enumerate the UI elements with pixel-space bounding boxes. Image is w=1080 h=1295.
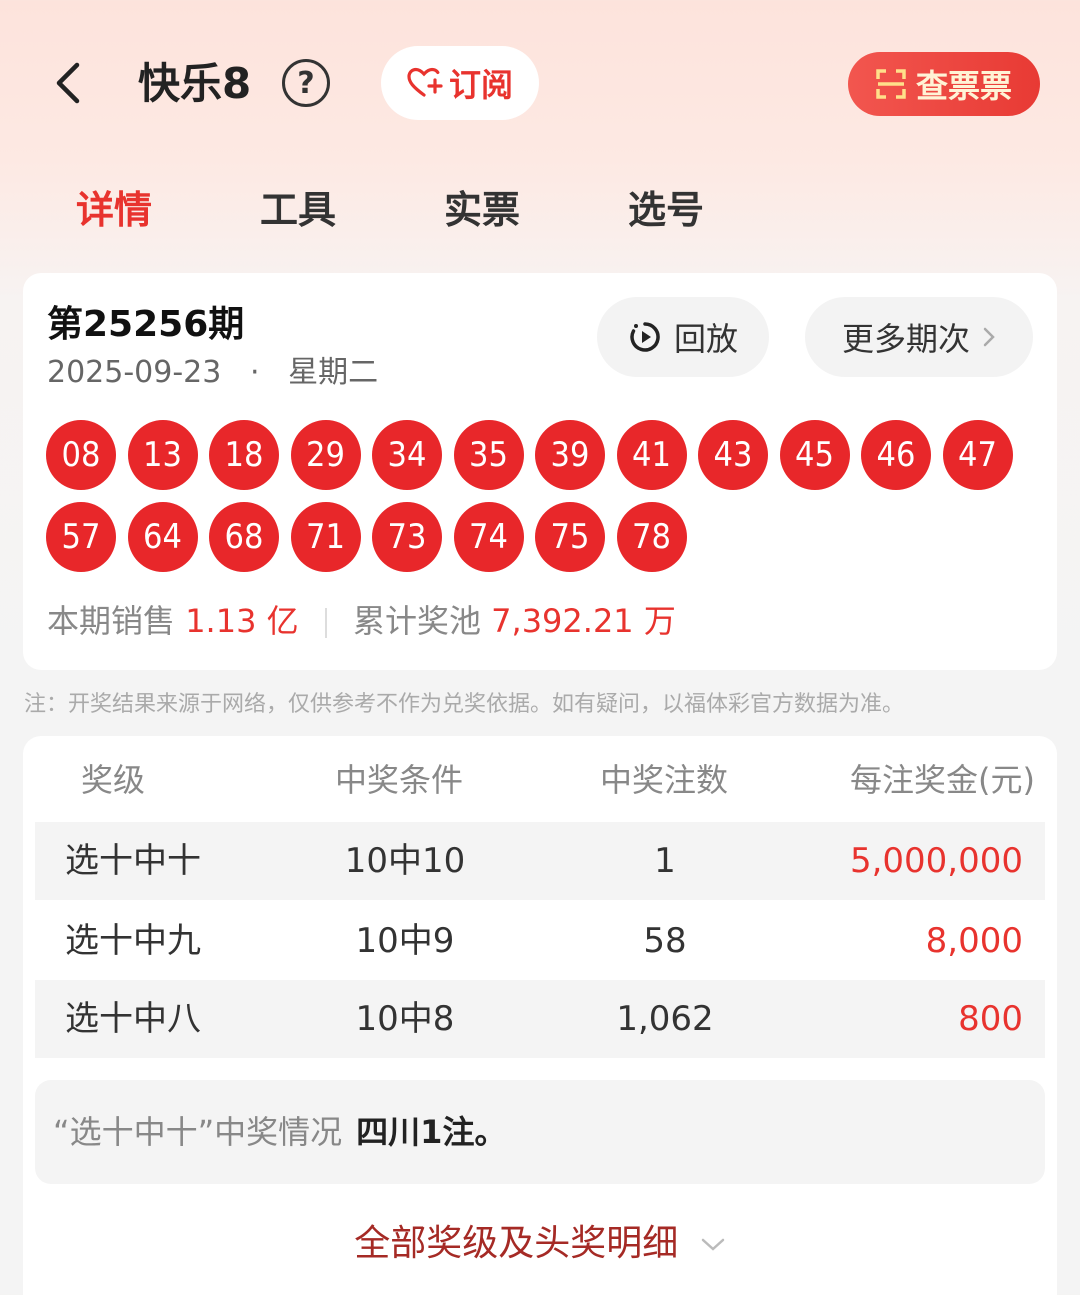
sales-value: 1.13 亿 <box>185 602 299 640</box>
number-ball: 29 <box>290 420 361 490</box>
sales-label: 本期销售 <box>47 602 176 640</box>
number-ball: 64 <box>127 502 198 572</box>
number-ball: 18 <box>209 420 279 490</box>
question-circle-icon[interactable]: ? <box>282 59 330 107</box>
replay-button[interactable]: 回放 <box>597 297 769 377</box>
number-ball: 75 <box>535 502 605 572</box>
table-row: 选十中八 10中8 1,062 800 <box>35 980 1045 1058</box>
number-ball: 46 <box>861 420 931 490</box>
check-ticket-button[interactable]: 查票票 <box>848 52 1040 116</box>
top-bar: 快乐8 ? 订阅 查票票 <box>0 0 1080 170</box>
number-ball: 71 <box>290 502 361 572</box>
number-ball: 08 <box>46 420 116 490</box>
number-ball: 34 <box>372 420 442 490</box>
tab-pick-numbers[interactable]: 选号 <box>628 180 704 240</box>
chevron-left-icon <box>56 62 80 104</box>
winners-label: “选十中十”中奖情况 <box>53 1113 343 1151</box>
tab-real-tickets[interactable]: 实票 <box>444 180 520 240</box>
row-prize: 5,000,000 <box>849 841 1023 881</box>
number-ball: 47 <box>942 420 1013 490</box>
all-prizes-label: 全部奖级及头奖明细 <box>354 1223 679 1264</box>
date-separator: · <box>249 355 260 390</box>
number-ball: 39 <box>535 420 605 490</box>
disclaimer-note: 注：开奖结果来源于网络，仅供参考不作为兑奖依据。如有疑问，以福体彩官方数据为准。 <box>24 692 905 717</box>
table-row: 选十中九 10中9 58 8,000 <box>35 902 1045 980</box>
row-count: 1 <box>654 841 676 881</box>
number-ball: 73 <box>372 502 442 572</box>
row-prize: 800 <box>958 999 1023 1039</box>
check-ticket-label: 查票票 <box>915 67 1012 105</box>
draw-date-line: 2025-09-23 · 星期二 <box>47 353 378 393</box>
number-ball: 68 <box>209 502 279 572</box>
prize-table-card: 奖级 中奖条件 中奖注数 每注奖金(元) 选十中十 10中10 1 5,000,… <box>23 736 1057 1295</box>
subscribe-label: 订阅 <box>448 66 513 104</box>
number-ball: 57 <box>46 502 116 572</box>
number-ball: 35 <box>453 420 524 490</box>
header-count: 中奖注数 <box>600 761 729 799</box>
more-issues-label: 更多期次 <box>841 320 970 358</box>
row-level: 选十中十 <box>65 841 201 881</box>
number-ball: 78 <box>616 502 687 572</box>
table-row: 选十中十 10中10 1 5,000,000 <box>35 822 1045 900</box>
more-issues-button[interactable]: 更多期次 <box>805 297 1033 377</box>
pool-value: 7,392.21 万 <box>491 602 676 640</box>
number-ball: 43 <box>698 420 768 490</box>
page-title: 快乐8 <box>138 59 252 108</box>
number-ball: 13 <box>127 420 198 490</box>
chevron-right-icon <box>983 327 995 347</box>
tab-bar: 详情 工具 实票 选号 <box>0 180 1080 244</box>
tab-tools[interactable]: 工具 <box>260 180 336 240</box>
header-level: 奖级 <box>81 761 146 799</box>
pool-label: 累计奖池 <box>352 602 481 640</box>
row-condition: 10中10 <box>344 841 466 881</box>
header-condition: 中奖条件 <box>335 761 464 799</box>
draw-weekday: 星期二 <box>288 355 379 390</box>
scan-icon <box>876 69 906 99</box>
number-ball: 41 <box>616 420 687 490</box>
back-button[interactable] <box>48 58 88 108</box>
number-ball: 45 <box>779 420 850 490</box>
number-ball: 74 <box>453 502 524 572</box>
issue-number: 第25256期 <box>47 304 245 345</box>
row-count: 58 <box>643 921 687 961</box>
row-level: 选十中九 <box>65 921 201 961</box>
top-prize-winners: “选十中十”中奖情况 四川1注。 <box>35 1080 1045 1184</box>
row-condition: 10中8 <box>355 999 455 1039</box>
divider <box>324 608 327 638</box>
chevron-down-icon <box>701 1238 724 1251</box>
replay-icon <box>630 322 660 352</box>
row-prize: 8,000 <box>925 921 1023 961</box>
tab-details[interactable]: 详情 <box>76 180 152 240</box>
sales-info: 本期销售 1.13 亿 累计奖池 7,392.21 万 <box>47 599 676 643</box>
winners-value: 四川1注。 <box>356 1113 507 1151</box>
row-count: 1,062 <box>616 999 714 1039</box>
heart-plus-icon <box>407 67 443 97</box>
subscribe-button[interactable]: 订阅 <box>381 46 539 120</box>
row-level: 选十中八 <box>65 999 201 1039</box>
header-prize: 每注奖金(元) <box>850 761 1035 799</box>
draw-result-card: 第25256期 2025-09-23 · 星期二 回放 更多期次 08 13 18 2… <box>23 273 1057 670</box>
all-prizes-link[interactable]: 全部奖级及头奖明细 <box>23 1214 1057 1274</box>
draw-date: 2025-09-23 <box>47 355 222 390</box>
table-header: 奖级 中奖条件 中奖注数 每注奖金(元) <box>23 750 1057 810</box>
row-condition: 10中9 <box>355 921 455 961</box>
replay-label: 回放 <box>673 320 738 358</box>
